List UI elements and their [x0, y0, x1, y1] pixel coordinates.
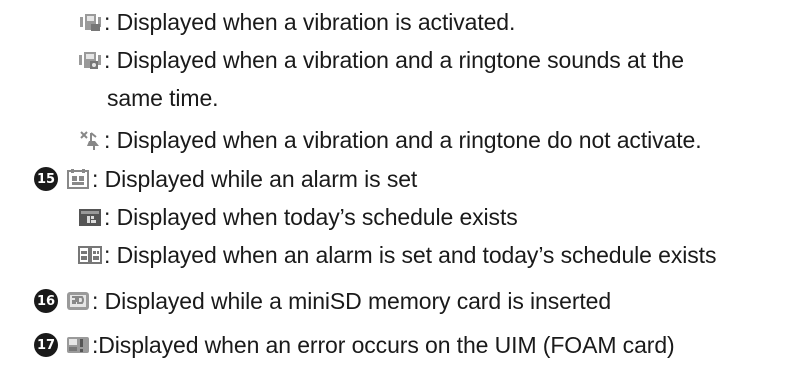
alarm-schedule-text: : Displayed when an alarm is set and tod… — [104, 241, 717, 268]
vibration-text: : Displayed when a vibration is activate… — [104, 8, 516, 35]
item-16-line: 16 : Displayed while a miniSD memory car… — [34, 283, 611, 319]
schedule-line: : Displayed when today’s schedule exists — [78, 199, 518, 235]
uim-error-icon — [66, 334, 90, 356]
item-number-16: 16 — [34, 289, 58, 313]
vibration-line: : Displayed when a vibration is activate… — [78, 4, 515, 40]
vibration-ringtone-continuation: same time. — [107, 80, 219, 116]
vibration-ringtone-icon — [78, 49, 102, 71]
item-15-line: 15 : Displayed while an alarm is set — [34, 161, 417, 197]
silent-text: : Displayed when a vibration and a ringt… — [104, 126, 702, 153]
alarm-schedule-line: : Displayed when an alarm is set and tod… — [78, 237, 716, 273]
continuation-text: same time. — [107, 84, 219, 111]
vibration-ringtone-text: : Displayed when a vibration and a ringt… — [104, 46, 684, 73]
item-number-17: 17 — [34, 333, 58, 357]
uim-error-text: :Displayed when an error occurs on the U… — [92, 331, 675, 358]
alarm-text: : Displayed while an alarm is set — [92, 165, 418, 192]
schedule-text: : Displayed when today’s schedule exists — [104, 203, 518, 230]
vibration-ringtone-line: : Displayed when a vibration and a ringt… — [78, 42, 684, 78]
item-number-15: 15 — [34, 167, 58, 191]
minisd-text: : Displayed while a miniSD memory card i… — [92, 287, 612, 314]
silent-line: : Displayed when a vibration and a ringt… — [78, 122, 702, 158]
item-17-line: 17 :Displayed when an error occurs on th… — [34, 327, 675, 363]
schedule-icon — [78, 206, 102, 228]
minisd-icon — [66, 290, 90, 312]
alarm-schedule-icon — [78, 244, 102, 266]
vibration-icon — [78, 11, 102, 33]
silent-icon — [78, 129, 102, 151]
alarm-icon — [66, 168, 90, 190]
